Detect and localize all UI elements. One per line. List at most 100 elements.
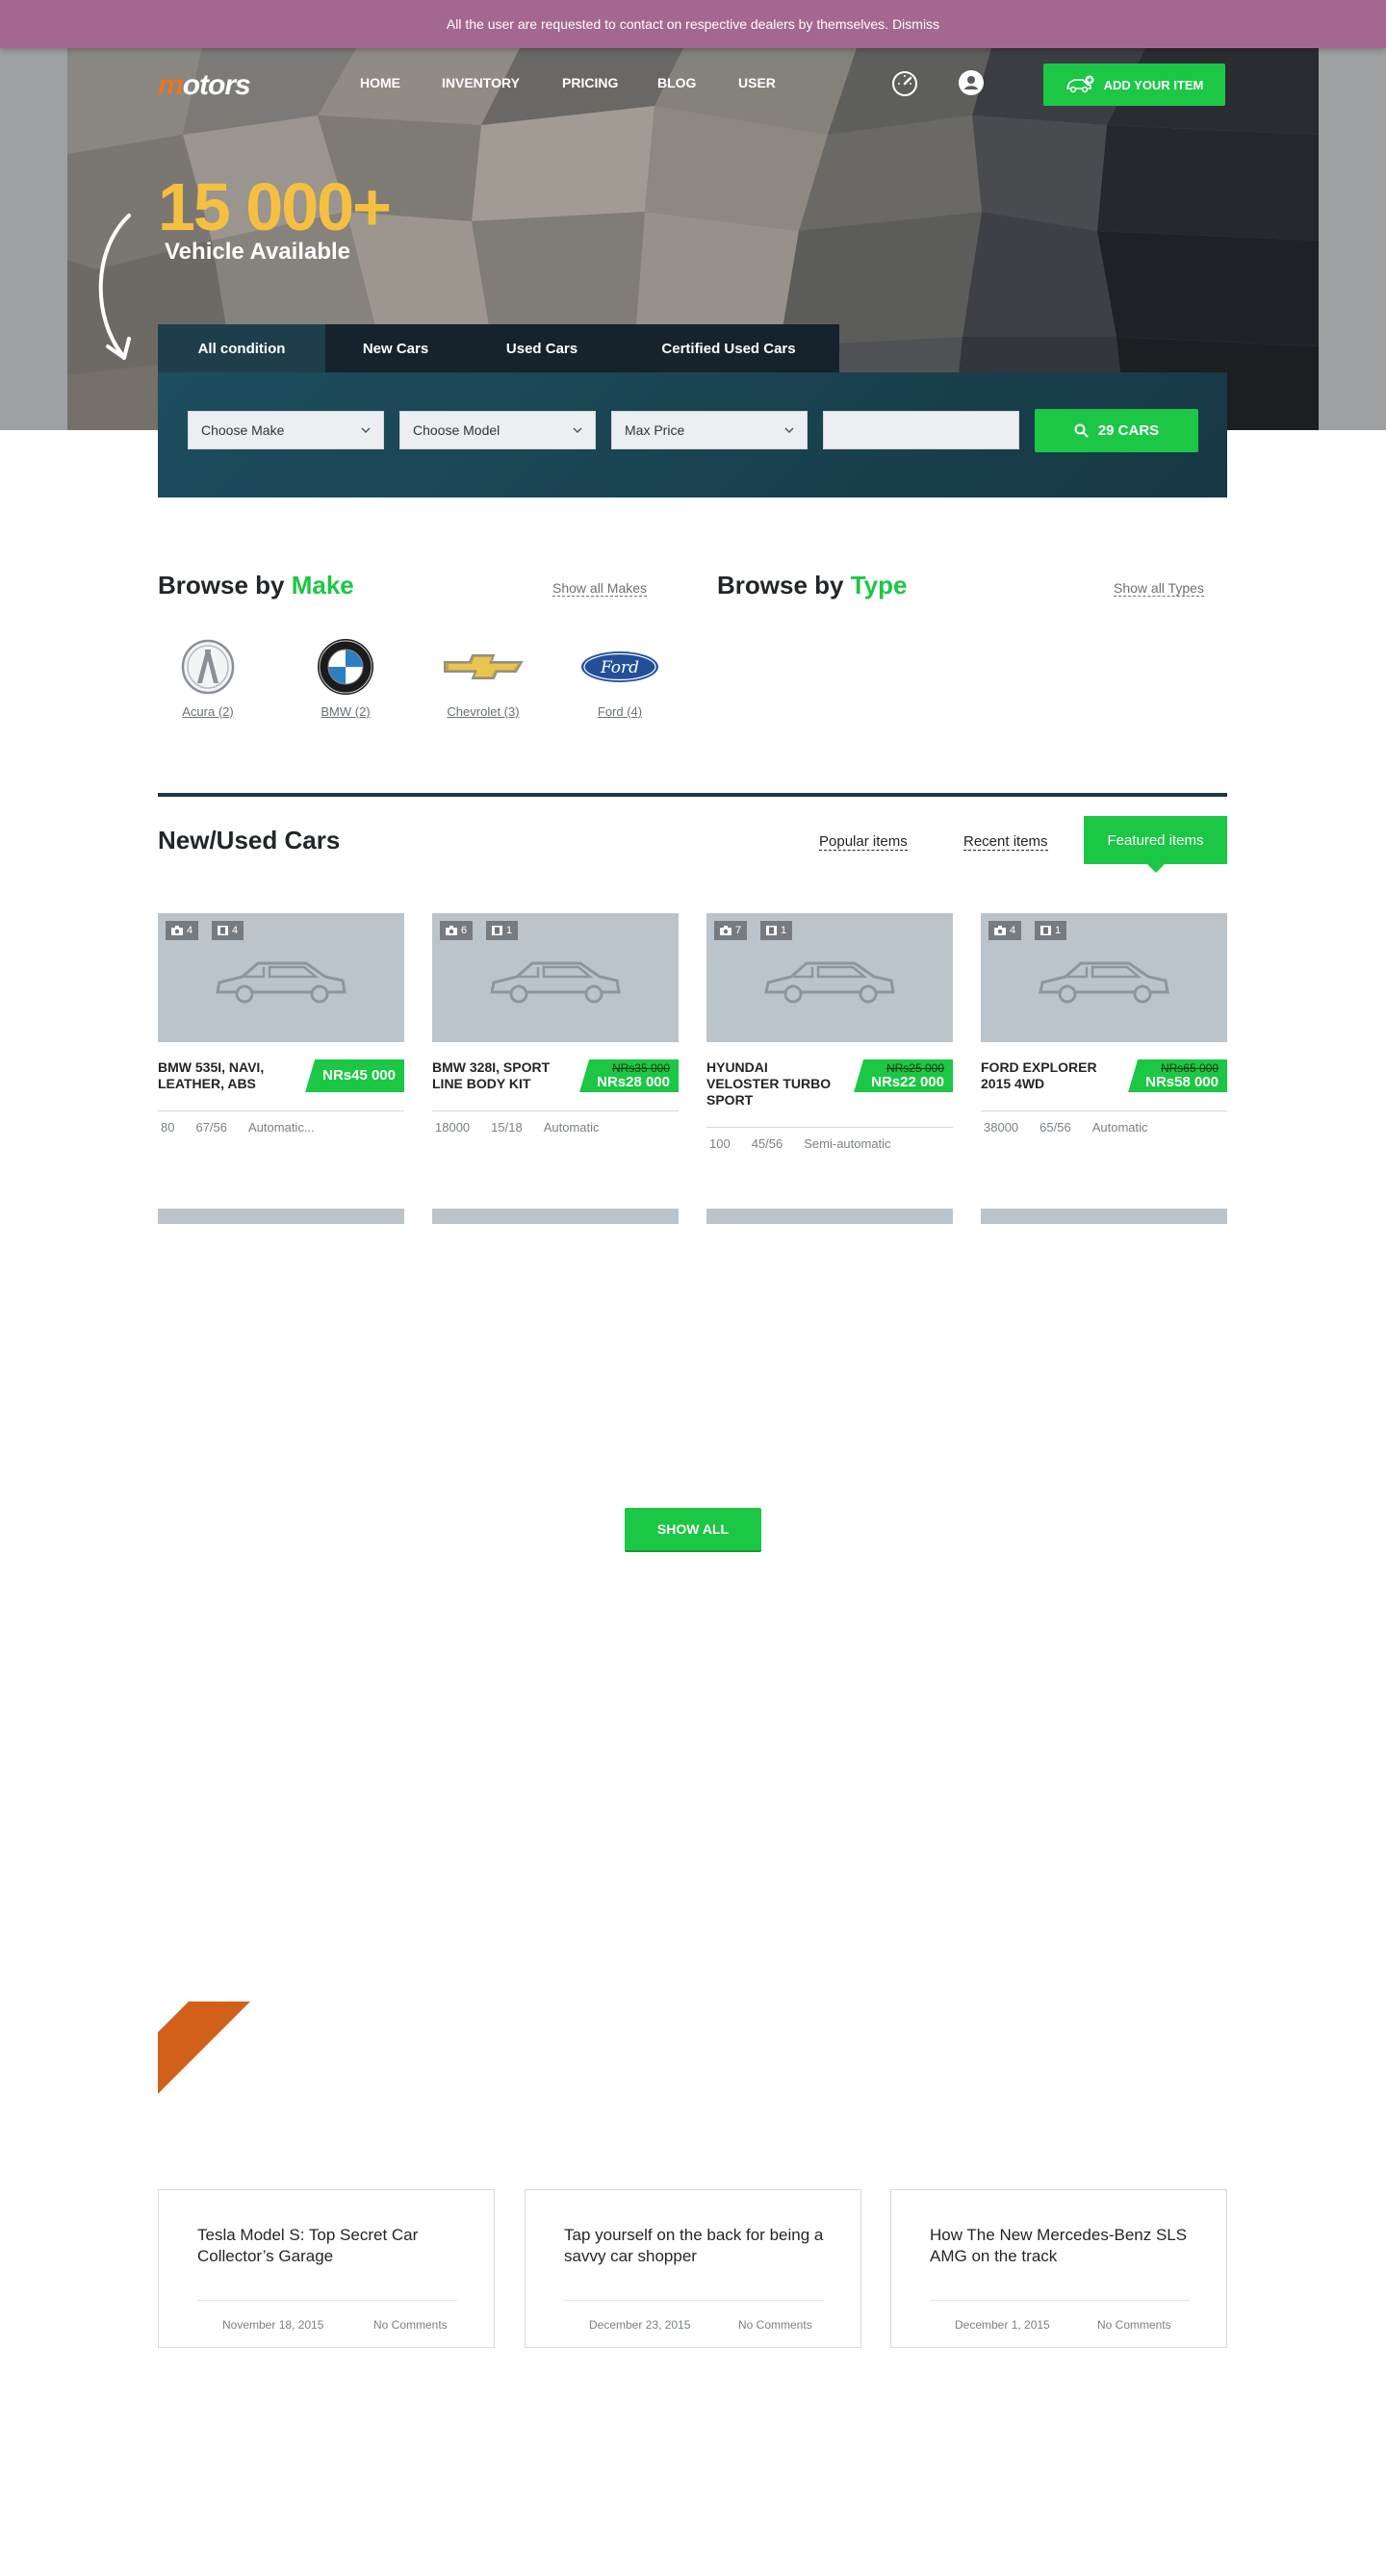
car-title: HYUNDAI VELOSTER TURBO SPORT [706,1059,832,1108]
car-title: FORD EXPLORER 2015 4WD [981,1059,1097,1091]
blog-post-divider [930,2300,1190,2301]
photo-count: 7 [735,925,742,936]
make-bmw[interactable]: BMW (2) [293,635,398,719]
search-tabs: All condition New Cars Used Cars Certifi… [158,324,839,372]
car-card-placeholder [981,1209,1227,1224]
car-card-placeholder [432,1209,679,1224]
model-select[interactable]: Choose Model [399,411,596,449]
chevrolet-logo [444,654,524,679]
car-specs: 80 67/56 Automatic... [158,1110,404,1135]
search-cars-label: 29 CARS [1097,422,1160,439]
film-icon [492,926,502,935]
curved-arrow-icon [98,214,131,360]
blog-post-divider [564,2300,824,2301]
car-mileage: 100 [709,1136,731,1151]
vehicle-count: 15 000+ [158,169,392,244]
car-mileage: 18000 [435,1120,471,1135]
blog-post-title[interactable]: Tap yourself on the back for being a sav… [564,2225,824,2267]
browse-type-prefix: Browse by [717,571,851,599]
car-card[interactable]: 4 1 FORD EXPLORER 2015 4WD NRs65 000 NRs… [981,913,1227,1135]
tab-new-cars[interactable]: New Cars [325,324,466,372]
dismiss-link[interactable]: Dismiss [892,16,939,32]
blog-post-title[interactable]: How The New Mercedes-Benz SLS AMG on the… [930,2225,1190,2267]
tab-all-condition[interactable]: All condition [158,324,325,372]
car-placeholder-icon [1039,961,1169,1004]
make-chevrolet[interactable]: Chevrolet (3) [430,635,536,719]
photo-count-badge: 7 [714,921,748,940]
car-price: NRs45 000 [322,1067,396,1084]
film-icon [766,926,777,935]
user-icon[interactable] [957,68,986,97]
chevron-down-icon [573,427,582,434]
video-count: 4 [232,925,239,936]
blog-post-card[interactable]: How The New Mercedes-Benz SLS AMG on the… [890,2189,1227,2348]
add-your-item-button[interactable]: ADD YOUR ITEM [1043,64,1225,106]
car-specs: 18000 15/18 Automatic [432,1110,679,1135]
keyword-input[interactable] [823,411,1019,449]
blog-post-card[interactable]: Tap yourself on the back for being a sav… [525,2189,861,2348]
show-all-makes-link[interactable]: Show all Makes [552,580,648,597]
blog-post-comments[interactable]: No Comments [1097,2318,1171,2332]
speedometer-icon[interactable] [890,68,919,97]
car-card-placeholder [158,1209,404,1224]
car-image-placeholder: 6 1 [432,913,679,1042]
car-card[interactable]: 6 1 BMW 328I, SPORT LINE BODY KIT NRs35 … [432,913,679,1135]
notice-bar: All the user are requested to contact on… [0,0,1386,48]
make-label: Acura (2) [182,704,234,719]
nav-home[interactable]: HOME [360,75,442,90]
photo-count: 6 [461,925,468,936]
car-specs: 38000 65/56 Automatic [981,1110,1227,1135]
photo-count-badge: 6 [440,921,474,940]
car-price: NRs58 000 [1145,1073,1219,1090]
make-label: BMW (2) [321,704,371,719]
site-logo[interactable]: motors [158,69,251,102]
make-ford[interactable]: Ford Ford (4) [567,635,673,719]
blog-post-date: December 1, 2015 [955,2318,1050,2332]
search-cars-button[interactable]: 29 CARS [1035,409,1198,452]
video-count-badge: 1 [1035,921,1067,940]
video-count-badge: 1 [760,921,793,940]
car-old-price: NRs35 000 [611,1060,670,1075]
car-old-price: NRs65 000 [1160,1060,1219,1075]
ford-logo: Ford [581,651,658,682]
filter-popular-items[interactable]: Popular items [819,833,908,851]
nav-inventory[interactable]: INVENTORY [442,75,562,90]
filter-featured-items[interactable]: Featured items [1084,816,1227,873]
nav-pricing[interactable]: PRICING [562,75,657,90]
show-all-types-link[interactable]: Show all Types [1114,580,1204,597]
blog-post-comments[interactable]: No Comments [738,2318,812,2332]
blog-post-date: December 23, 2015 [589,2318,691,2332]
nav-user[interactable]: USER [738,75,796,90]
blog-post-card[interactable]: Tesla Model S: Top Secret Car Collector’… [158,2189,495,2348]
make-acura[interactable]: Acura (2) [155,635,261,719]
browse-make-title: Browse by Make [158,571,354,600]
listings-title: New/Used Cars [158,826,341,854]
car-transmission: Automatic [543,1120,600,1135]
tab-used-cars[interactable]: Used Cars [466,324,618,372]
car-title: BMW 535I, NAVI, LEATHER, ABS [158,1059,265,1091]
car-card[interactable]: 4 4 BMW 535I, NAVI, LEATHER, ABS NRs45 0… [158,913,404,1135]
make-select[interactable]: Choose Make [188,411,384,449]
make-select-value: Choose Make [201,422,285,438]
blog-post-title[interactable]: Tesla Model S: Top Secret Car Collector’… [197,2225,457,2267]
notice-text: All the user are requested to contact on… [446,16,889,32]
car-title: BMW 328I, SPORT LINE BODY KIT [432,1059,551,1091]
max-price-select[interactable]: Max Price [611,411,808,449]
car-mpg: 67/56 [195,1120,228,1135]
tab-certified-used-cars[interactable]: Certified Used Cars [618,324,839,372]
video-count: 1 [781,925,787,936]
browse-type-title: Browse by Type [717,571,907,600]
car-price-tag: NRs25 000 NRs22 000 [854,1059,953,1092]
filter-recent-items[interactable]: Recent items [963,833,1048,851]
photo-count: 4 [1010,925,1016,936]
blog-post-comments[interactable]: No Comments [373,2318,448,2332]
browse-type-highlight: Type [850,571,908,599]
car-card[interactable]: 7 1 HYUNDAI VELOSTER TURBO SPORT NRs25 0… [706,913,953,1151]
car-image-placeholder: 4 1 [981,913,1227,1042]
svg-text:Ford: Ford [600,658,639,677]
car-specs: 100 45/56 Semi-automatic [706,1127,953,1151]
show-all-button[interactable]: SHOW ALL [625,1508,761,1552]
max-price-select-value: Max Price [625,422,685,438]
nav-blog[interactable]: BLOG [657,75,738,90]
car-card-placeholder [706,1209,953,1224]
